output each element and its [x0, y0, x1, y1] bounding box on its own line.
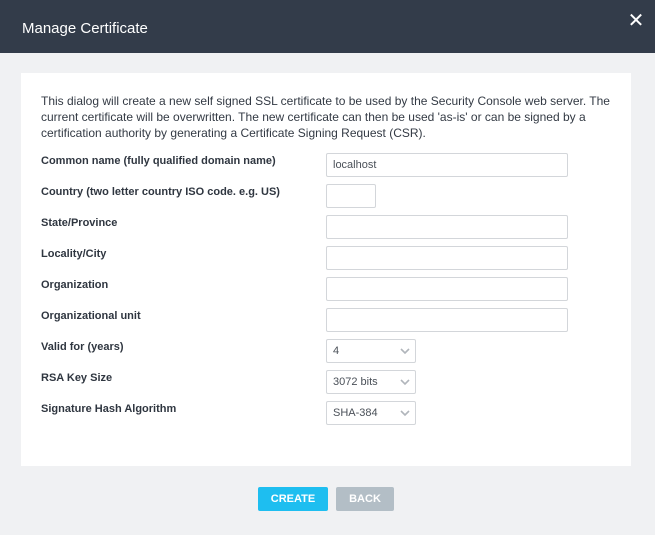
- rsa-key-size-label: RSA Key Size: [41, 372, 113, 384]
- back-button[interactable]: BACK: [336, 487, 394, 511]
- signature-hash-label: Signature Hash Algorithm: [41, 403, 177, 415]
- signature-hash-select[interactable]: SHA-384: [326, 401, 416, 425]
- common-name-input[interactable]: localhost: [326, 153, 568, 177]
- create-button[interactable]: CREATE: [258, 487, 328, 511]
- valid-for-select[interactable]: 4: [326, 339, 416, 363]
- state-label: State/Province: [41, 217, 118, 229]
- chevron-down-icon: [400, 410, 410, 417]
- valid-for-label: Valid for (years): [41, 341, 124, 353]
- signature-hash-value: SHA-384: [333, 407, 378, 419]
- state-input[interactable]: [326, 215, 568, 239]
- dialog-title: Manage Certificate: [22, 20, 148, 37]
- dialog-description: This dialog will create a new self signe…: [41, 94, 610, 140]
- country-label: Country (two letter country ISO code. e.…: [41, 186, 280, 198]
- locality-input[interactable]: [326, 246, 568, 270]
- org-unit-label: Organizational unit: [41, 310, 141, 322]
- organization-label: Organization: [41, 279, 109, 291]
- locality-label: Locality/City: [41, 248, 107, 260]
- dialog-titlebar: Manage Certificate ✕: [0, 0, 655, 53]
- org-unit-input[interactable]: [326, 308, 568, 332]
- form-panel: This dialog will create a new self signe…: [21, 73, 631, 466]
- rsa-key-size-select[interactable]: 3072 bits: [326, 370, 416, 394]
- close-icon[interactable]: ✕: [627, 11, 645, 31]
- chevron-down-icon: [400, 348, 410, 355]
- organization-input[interactable]: [326, 277, 568, 301]
- common-name-label: Common name (fully qualified domain name…: [41, 155, 276, 167]
- chevron-down-icon: [400, 379, 410, 386]
- rsa-key-size-value: 3072 bits: [333, 376, 378, 388]
- country-input[interactable]: [326, 184, 376, 208]
- valid-for-value: 4: [333, 345, 340, 357]
